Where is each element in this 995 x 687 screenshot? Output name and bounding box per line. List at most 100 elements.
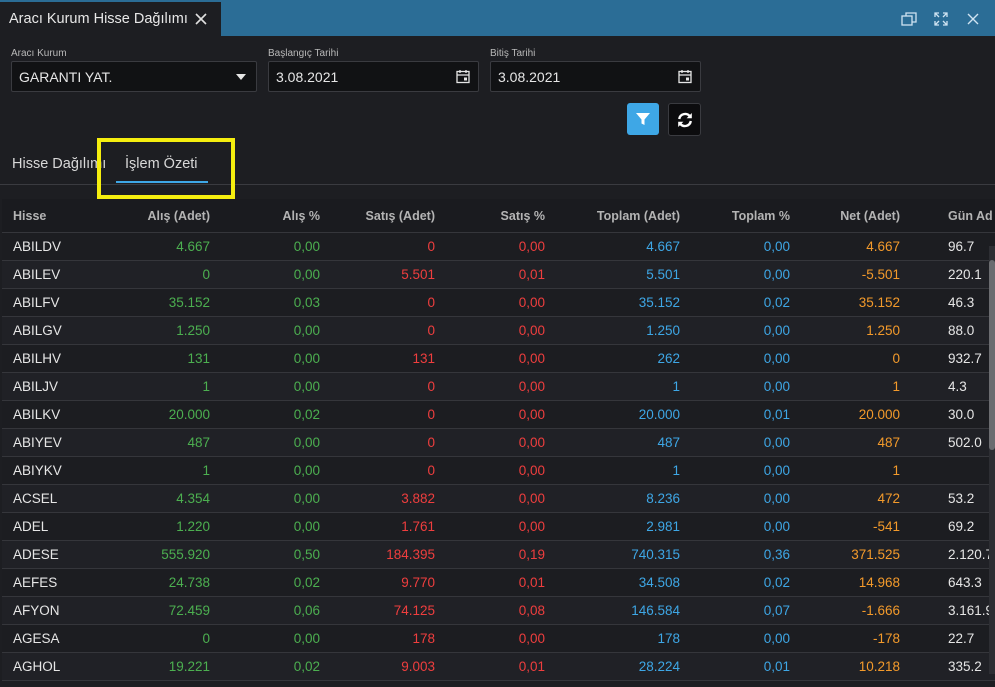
calendar-icon[interactable] bbox=[456, 69, 470, 84]
table-row[interactable]: ABILJV 1 0,00 0 0,00 1 0,00 1 4.3 bbox=[2, 373, 995, 401]
cell-net-adet: -1.666 bbox=[861, 603, 900, 618]
cell-net-adet: 1.250 bbox=[866, 323, 900, 338]
col-header-hisse[interactable]: Hisse bbox=[13, 209, 46, 223]
cell-alis-adet: 1.250 bbox=[176, 323, 210, 338]
cell-gun-adet: 88.0 bbox=[948, 323, 975, 338]
cell-satis-adet: 1.761 bbox=[401, 519, 435, 534]
col-header-gun-adet[interactable]: Gün Ad bbox=[948, 209, 993, 223]
cell-hisse: AFYON bbox=[13, 603, 60, 618]
cell-satis-adet: 9.770 bbox=[401, 575, 435, 590]
cell-satis-pct: 0,00 bbox=[518, 323, 545, 338]
cell-alis-adet: 0 bbox=[202, 267, 210, 282]
col-header-net-adet[interactable]: Net (Adet) bbox=[840, 209, 900, 223]
refresh-button[interactable] bbox=[668, 103, 701, 136]
cell-gun-adet: 2.120.7 bbox=[948, 547, 994, 562]
cell-hisse: ABILJV bbox=[13, 379, 59, 394]
cell-toplam-pct: 0,02 bbox=[763, 575, 790, 590]
cell-alis-pct: 0,06 bbox=[293, 603, 320, 618]
cell-alis-pct: 0,00 bbox=[293, 435, 320, 450]
cell-gun-adet: 22.7 bbox=[948, 631, 975, 646]
window-titlebar: Aracı Kurum Hisse Dağılımı bbox=[0, 0, 995, 36]
cell-gun-adet: 53.2 bbox=[948, 491, 975, 506]
table-row[interactable]: ACSEL 4.354 0,00 3.882 0,00 8.236 0,00 472 53.2 bbox=[2, 485, 995, 513]
tab-hisse-dagilimi[interactable]: Hisse Dağılımı bbox=[12, 156, 106, 172]
cell-hisse: AEFES bbox=[13, 575, 58, 590]
close-icon[interactable] bbox=[193, 11, 209, 27]
table-row[interactable]: ADESE 555.920 0,50 184.395 0,19 740.315 0,36 37… bbox=[2, 541, 995, 569]
highlight-box bbox=[97, 138, 235, 199]
col-header-satis-adet[interactable]: Satış (Adet) bbox=[366, 209, 435, 223]
cell-toplam-pct: 0,00 bbox=[763, 323, 790, 338]
restore-window-icon[interactable] bbox=[893, 10, 925, 28]
cell-gun-adet: 932.7 bbox=[948, 351, 982, 366]
cell-satis-pct: 0,01 bbox=[518, 267, 545, 282]
table-row[interactable]: ABIYEV 487 0,00 0 0,00 487 0,00 487 502.0 bbox=[2, 429, 995, 457]
col-header-satis-pct[interactable]: Satış % bbox=[501, 209, 545, 223]
cell-satis-pct: 0,00 bbox=[518, 379, 545, 394]
cell-alis-adet: 19.221 bbox=[168, 659, 210, 674]
cell-alis-adet: 1 bbox=[202, 463, 210, 478]
col-header-alis-pct[interactable]: Alış % bbox=[282, 209, 320, 223]
cell-toplam-adet: 5.501 bbox=[646, 267, 680, 282]
cell-gun-adet: 643.3 bbox=[948, 575, 982, 590]
cell-gun-adet: 46.3 bbox=[948, 295, 975, 310]
window-tab[interactable]: Aracı Kurum Hisse Dağılımı bbox=[0, 2, 221, 36]
cell-satis-pct: 0,00 bbox=[518, 407, 545, 422]
cell-satis-adet: 5.501 bbox=[401, 267, 435, 282]
col-header-toplam-adet[interactable]: Toplam (Adet) bbox=[597, 209, 680, 223]
cell-toplam-pct: 0,01 bbox=[763, 659, 790, 674]
table-row[interactable]: ABILFV 35.152 0,03 0 0,00 35.152 0,02 35.152 46.… bbox=[2, 289, 995, 317]
cell-satis-adet: 9.003 bbox=[401, 659, 435, 674]
filter-icon bbox=[636, 113, 650, 125]
start-date-field[interactable]: 3.08.2021 bbox=[268, 61, 479, 92]
cell-hisse: ABILKV bbox=[13, 407, 61, 422]
cell-gun-adet: 4.3 bbox=[948, 379, 967, 394]
fullscreen-icon[interactable] bbox=[925, 10, 957, 28]
window-controls bbox=[893, 10, 989, 28]
cell-satis-pct: 0,00 bbox=[518, 295, 545, 310]
table-row[interactable]: ABILHV 131 0,00 131 0,00 262 0,00 0 932.7 bbox=[2, 345, 995, 373]
cell-satis-pct: 0,00 bbox=[518, 491, 545, 506]
table-row[interactable]: ABIYKV 1 0,00 0 0,00 1 0,00 1 bbox=[2, 457, 995, 485]
cell-satis-adet: 184.395 bbox=[386, 547, 435, 562]
grid-scrollbar-thumb[interactable] bbox=[989, 260, 995, 450]
col-header-alis-adet[interactable]: Alış (Adet) bbox=[148, 209, 211, 223]
col-header-toplam-pct[interactable]: Toplam % bbox=[732, 209, 790, 223]
cell-alis-pct: 0,00 bbox=[293, 519, 320, 534]
filter-button[interactable] bbox=[627, 103, 659, 135]
close-window-icon[interactable] bbox=[957, 10, 989, 28]
table-row[interactable]: AGHOL 19.221 0,02 9.003 0,01 28.224 0,01 10.218… bbox=[2, 653, 995, 681]
table-row[interactable]: ABILGV 1.250 0,00 0 0,00 1.250 0,00 1.250 88.0 bbox=[2, 317, 995, 345]
cell-alis-pct: 0,00 bbox=[293, 491, 320, 506]
cell-alis-adet: 4.667 bbox=[176, 239, 210, 254]
end-date-field[interactable]: 3.08.2021 bbox=[490, 61, 701, 92]
broker-select[interactable]: GARANTI YAT. bbox=[11, 61, 257, 92]
table-row[interactable]: ABILEV 0 0,00 5.501 0,01 5.501 0,00 -5.501 220.1 bbox=[2, 261, 995, 289]
cell-toplam-pct: 0,00 bbox=[763, 239, 790, 254]
cell-toplam-adet: 1 bbox=[672, 463, 680, 478]
cell-gun-adet: 220.1 bbox=[948, 267, 982, 282]
cell-toplam-adet: 146.584 bbox=[631, 603, 680, 618]
table-row[interactable]: AGESA 0 0,00 178 0,00 178 0,00 -178 22.7 bbox=[2, 625, 995, 653]
cell-toplam-adet: 34.508 bbox=[638, 575, 680, 590]
table-row[interactable]: AFYON 72.459 0,06 74.125 0,08 146.584 0,07 -1.6… bbox=[2, 597, 995, 625]
cell-toplam-pct: 0,00 bbox=[763, 351, 790, 366]
cell-hisse: ACSEL bbox=[13, 491, 58, 506]
table-row[interactable]: ADEL 1.220 0,00 1.761 0,00 2.981 0,00 -541 69.2 bbox=[2, 513, 995, 541]
cell-toplam-adet: 35.152 bbox=[638, 295, 680, 310]
table-row[interactable]: ABILDV 4.667 0,00 0 0,00 4.667 0,00 4.667 96.7 bbox=[2, 233, 995, 261]
table-row[interactable]: ABILKV 20.000 0,02 0 0,00 20.000 0,01 20.000 30.… bbox=[2, 401, 995, 429]
calendar-icon[interactable] bbox=[678, 69, 692, 84]
cell-hisse: AGHOL bbox=[13, 659, 61, 674]
cell-alis-adet: 1.220 bbox=[176, 519, 210, 534]
table-row[interactable]: AEFES 24.738 0,02 9.770 0,01 34.508 0,02 14.968… bbox=[2, 569, 995, 597]
cell-toplam-adet: 4.667 bbox=[646, 239, 680, 254]
cell-toplam-adet: 740.315 bbox=[631, 547, 680, 562]
cell-gun-adet: 96.7 bbox=[948, 239, 975, 254]
cell-hisse: ADESE bbox=[13, 547, 59, 562]
cell-net-adet: 20.000 bbox=[858, 407, 900, 422]
cell-satis-pct: 0,00 bbox=[518, 463, 545, 478]
cell-toplam-pct: 0,00 bbox=[763, 379, 790, 394]
cell-satis-pct: 0,00 bbox=[518, 239, 545, 254]
cell-toplam-pct: 0,36 bbox=[763, 547, 790, 562]
